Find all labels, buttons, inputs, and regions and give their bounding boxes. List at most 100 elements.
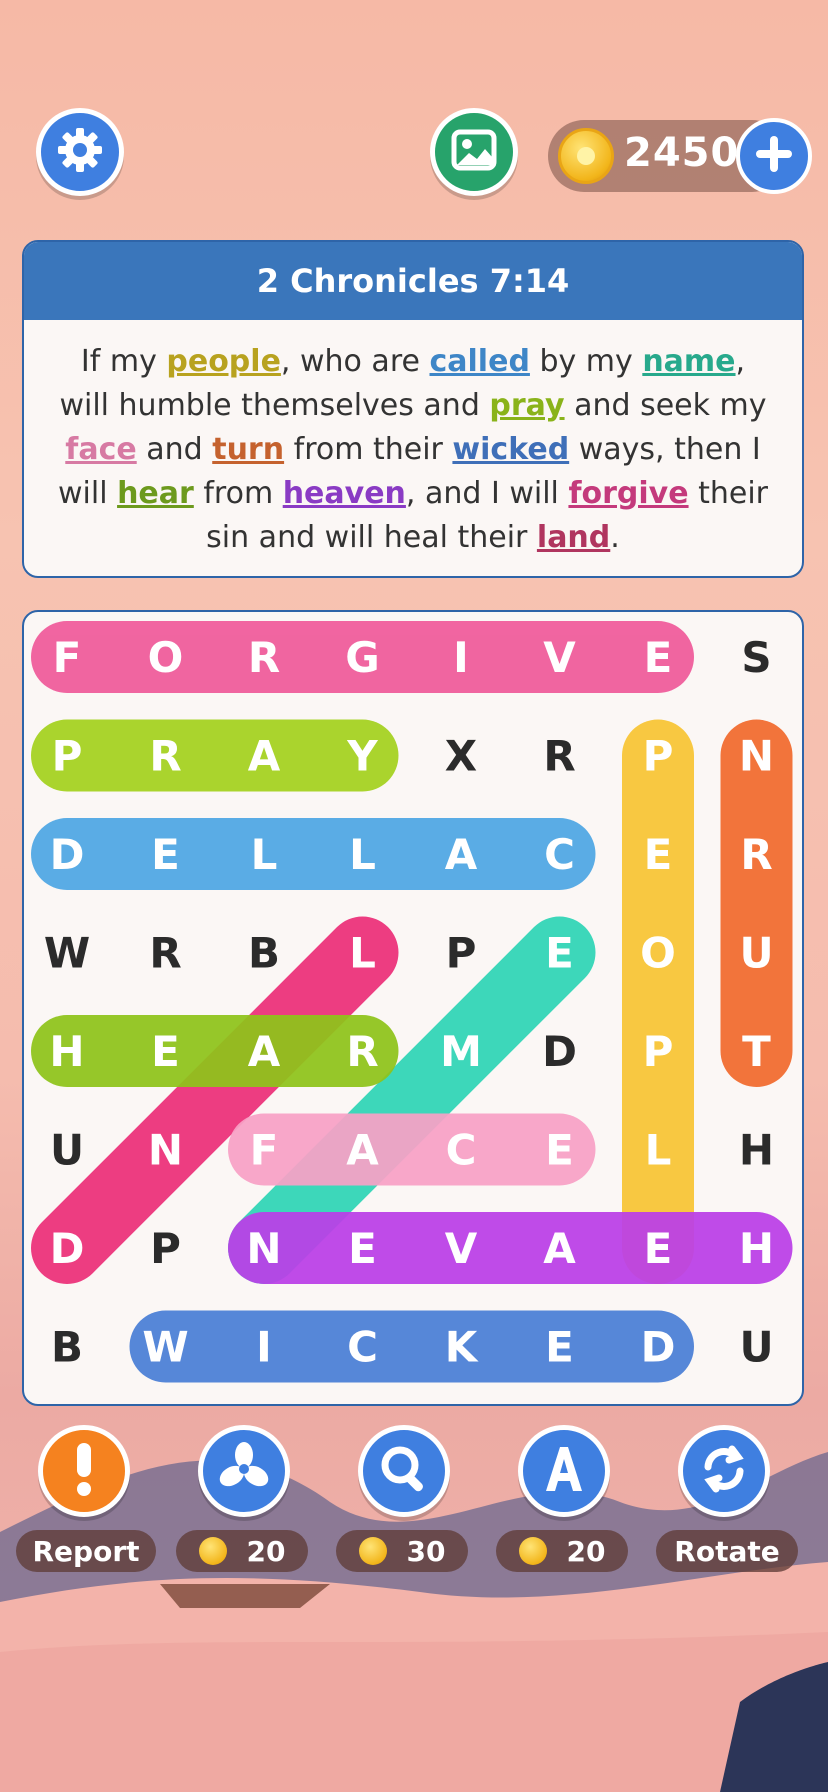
add-coins-button[interactable] — [736, 118, 812, 194]
verse-text-segment: , who are — [280, 344, 430, 379]
grid-letter[interactable]: E — [644, 633, 673, 682]
grid-letter[interactable]: L — [251, 830, 278, 879]
grid-letter[interactable]: O — [640, 929, 676, 978]
grid-letter[interactable]: D — [50, 1224, 85, 1273]
grid-letter[interactable]: A — [248, 1027, 281, 1076]
grid-letter[interactable]: H — [739, 1224, 774, 1273]
grid-letter[interactable]: W — [44, 929, 90, 978]
grid-letter[interactable]: A — [248, 732, 281, 781]
verse-word-forgive: forgive — [568, 476, 689, 511]
verse-text-segment: and seek my — [564, 388, 767, 423]
grid-letter[interactable]: Y — [346, 732, 378, 781]
grid-letter[interactable]: C — [544, 830, 575, 879]
grid-letter[interactable]: X — [445, 732, 477, 781]
rotate-button[interactable] — [678, 1425, 770, 1517]
exclamation-icon — [64, 1439, 104, 1503]
grid-letter[interactable]: R — [248, 633, 280, 682]
magnifier-hint-button[interactable] — [358, 1425, 450, 1517]
grid-letter[interactable]: P — [52, 732, 83, 781]
grid-letter[interactable]: E — [545, 1323, 574, 1372]
grid-letter[interactable]: S — [741, 633, 771, 682]
verse-word-face: face — [65, 432, 137, 467]
verse-word-turn: turn — [212, 432, 285, 467]
grid-letter[interactable]: A — [445, 830, 478, 879]
grid-letter[interactable]: V — [445, 1224, 478, 1273]
grid-letter[interactable]: E — [644, 1224, 673, 1273]
grid-letter[interactable]: A — [543, 1224, 576, 1273]
coin-icon — [198, 1537, 227, 1565]
grid-letter[interactable]: L — [349, 830, 376, 879]
grid-letter[interactable]: R — [346, 1027, 378, 1076]
grid-letter[interactable]: E — [348, 1224, 377, 1273]
grid-letter[interactable]: E — [644, 830, 673, 879]
grid-letter[interactable]: F — [53, 633, 82, 682]
grid-letter[interactable]: N — [148, 1126, 183, 1175]
grid-letter[interactable]: U — [739, 1323, 773, 1372]
grid-letter[interactable]: P — [643, 732, 674, 781]
grid-letter[interactable]: D — [641, 1323, 676, 1372]
grid-letter[interactable]: B — [51, 1323, 83, 1372]
grid-letter[interactable]: K — [445, 1323, 479, 1372]
grid-letter[interactable]: T — [742, 1027, 771, 1076]
grid-letter[interactable]: I — [453, 633, 469, 682]
grid-letter[interactable]: P — [643, 1027, 674, 1076]
word-grid-canvas[interactable]: F O R G I V E SP R A Y X R P ND E L L A C E RW R B L P E O UH E A R M D P T… — [24, 612, 804, 1406]
grid-letter[interactable]: U — [739, 929, 773, 978]
grid-letter[interactable]: L — [349, 929, 376, 978]
report-button[interactable] — [38, 1425, 130, 1517]
letter-a-icon — [536, 1441, 592, 1501]
grid-letter[interactable]: E — [545, 1126, 574, 1175]
verse-text-segment: by my — [529, 344, 643, 379]
verse-word-heaven: heaven — [282, 476, 406, 511]
grid-letter[interactable]: F — [250, 1126, 279, 1175]
grid-letter[interactable]: E — [151, 1027, 180, 1076]
letter-cost: 20 — [496, 1530, 628, 1572]
grid-letter[interactable]: R — [740, 830, 772, 879]
grid-letter[interactable]: R — [543, 732, 575, 781]
rotate-label: Rotate — [656, 1530, 798, 1572]
grid-letter[interactable]: P — [446, 929, 477, 978]
verse-text-segment: , and I will — [405, 476, 569, 511]
grid-letter[interactable]: O — [148, 633, 184, 682]
verse-text-segment: from — [193, 476, 283, 511]
word-grid[interactable]: FORGIVESPRAYXRPNDELLACERWRBLPEOUHEARMDPT… — [22, 610, 804, 1406]
settings-button[interactable] — [36, 108, 124, 196]
rotate-icon — [696, 1441, 752, 1501]
grid-letter[interactable]: N — [739, 732, 774, 781]
letter-hint-button[interactable] — [518, 1425, 610, 1517]
grid-letter[interactable]: R — [149, 732, 181, 781]
grid-letter[interactable]: R — [149, 929, 181, 978]
grid-letter[interactable]: B — [248, 929, 280, 978]
grid-letter[interactable]: M — [440, 1027, 482, 1076]
grid-letter[interactable]: A — [346, 1126, 379, 1175]
grid-letter[interactable]: P — [150, 1224, 181, 1273]
verse-card: 2 Chronicles 7:14 If my people, who are … — [22, 240, 804, 578]
magnifier-cost: 30 — [336, 1530, 468, 1572]
grid-letter[interactable]: C — [347, 1323, 378, 1372]
grid-letter[interactable]: E — [545, 929, 574, 978]
coin-count: 2450 — [624, 130, 740, 176]
verse-word-wicked: wicked — [452, 432, 570, 467]
grid-letter[interactable]: I — [256, 1323, 272, 1372]
picture-icon — [451, 127, 497, 177]
grid-letter[interactable]: H — [739, 1126, 774, 1175]
grid-letter[interactable]: L — [645, 1126, 672, 1175]
grid-letter[interactable]: U — [50, 1126, 84, 1175]
grid-letter[interactable]: G — [345, 633, 379, 682]
grid-letter[interactable]: H — [49, 1027, 84, 1076]
verse-word-called: called — [429, 344, 530, 379]
verse-word-name: name — [642, 344, 736, 379]
coin-icon — [518, 1537, 547, 1565]
grid-letter[interactable]: C — [446, 1126, 477, 1175]
grid-letter[interactable]: E — [151, 830, 180, 879]
grid-letter[interactable]: D — [542, 1027, 577, 1076]
gallery-button[interactable] — [430, 108, 518, 196]
fan-hint-button[interactable] — [198, 1425, 290, 1517]
grid-letter[interactable]: W — [142, 1323, 188, 1372]
verse-text-segment: from their — [284, 432, 453, 467]
plus-icon — [752, 132, 796, 180]
grid-letter[interactable]: N — [246, 1224, 281, 1273]
fan-cost: 20 — [176, 1530, 308, 1572]
grid-letter[interactable]: V — [543, 633, 576, 682]
grid-letter[interactable]: D — [50, 830, 85, 879]
